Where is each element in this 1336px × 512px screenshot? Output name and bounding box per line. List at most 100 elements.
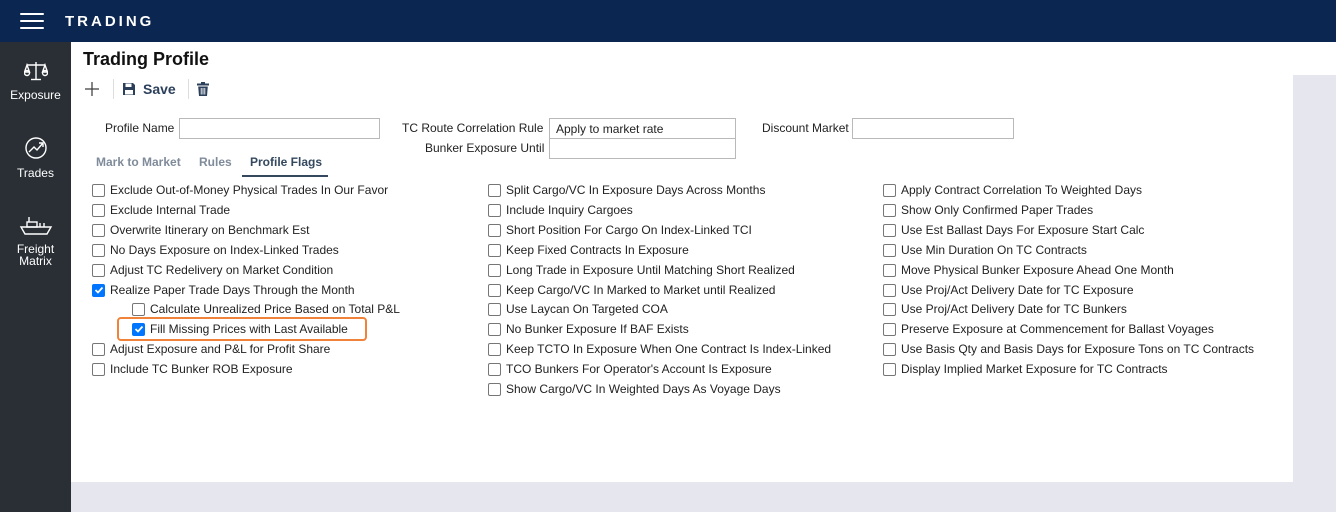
flag-row[interactable]: Keep TCTO In Exposure When One Contract … [488, 341, 831, 357]
save-label: Save [143, 81, 176, 97]
checkbox-unchecked[interactable] [92, 362, 105, 376]
checkbox-unchecked[interactable] [488, 223, 501, 237]
checkbox-unchecked[interactable] [488, 243, 501, 257]
flag-label: Keep TCTO In Exposure When One Contract … [506, 342, 832, 356]
save-button[interactable]: Save [122, 81, 176, 97]
flag-label: Exclude Internal Trade [110, 203, 231, 217]
tc-route-correlation-label: TC Route Correlation Rule [402, 121, 544, 135]
trend-chart-icon [24, 137, 47, 159]
flag-row[interactable]: Use Est Ballast Days For Exposure Start … [883, 222, 1144, 238]
flag-label: Exclude Out-of-Money Physical Trades In … [110, 183, 389, 197]
flag-row[interactable]: Move Physical Bunker Exposure Ahead One … [883, 262, 1174, 278]
checkbox-unchecked[interactable] [883, 183, 896, 197]
delete-button[interactable] [196, 82, 209, 96]
flag-row[interactable]: Long Trade in Exposure Until Matching Sh… [488, 262, 795, 278]
flag-row[interactable]: Adjust Exposure and P&L for Profit Share [92, 341, 330, 357]
checkmark-icon [94, 286, 103, 294]
flag-label: Show Only Confirmed Paper Trades [901, 203, 1094, 217]
flag-row[interactable]: Use Min Duration On TC Contracts [883, 242, 1087, 258]
checkbox-unchecked[interactable] [92, 223, 105, 237]
plus-icon [85, 82, 99, 96]
checkbox-unchecked[interactable] [488, 283, 501, 297]
flag-row[interactable]: TCO Bunkers For Operator's Account Is Ex… [488, 361, 772, 377]
flag-row[interactable]: Exclude Out-of-Money Physical Trades In … [92, 182, 388, 198]
flag-row[interactable]: Preserve Exposure at Commencement for Ba… [883, 321, 1214, 337]
flag-row[interactable]: Show Only Confirmed Paper Trades [883, 202, 1093, 218]
checkbox-unchecked[interactable] [883, 322, 896, 336]
checkbox-unchecked[interactable] [92, 342, 105, 356]
hamburger-menu-icon[interactable] [20, 13, 44, 29]
flag-row[interactable]: Display Implied Market Exposure for TC C… [883, 361, 1168, 377]
bunker-exposure-until-label: Bunker Exposure Until [425, 141, 545, 155]
flag-row[interactable]: Keep Cargo/VC In Marked to Market until … [488, 282, 775, 298]
flag-row[interactable]: No Bunker Exposure If BAF Exists [488, 321, 689, 337]
profile-name-input[interactable] [179, 118, 380, 139]
checkbox-unchecked[interactable] [883, 283, 896, 297]
tab-rules[interactable]: Rules [199, 155, 232, 169]
tab-profile-flags[interactable]: Profile Flags [250, 155, 322, 169]
nav-item-trades[interactable]: Trades [0, 136, 71, 179]
nav-item-freight-matrix[interactable]: Freight Matrix [0, 214, 71, 267]
nav-item-exposure[interactable]: Exposure [0, 60, 71, 101]
checkbox-unchecked[interactable] [488, 362, 501, 376]
checkbox-unchecked[interactable] [883, 302, 896, 316]
side-nav: Exposure Trades Freight Matrix [0, 42, 71, 512]
ship-icon [19, 217, 52, 235]
checkbox-unchecked[interactable] [883, 342, 896, 356]
flag-row[interactable]: Use Laycan On Targeted COA [488, 301, 668, 317]
app-title: TRADING [65, 12, 155, 30]
flag-row[interactable]: Overwrite Itinerary on Benchmark Est [92, 222, 309, 238]
flag-label: Fill Missing Prices with Last Available [150, 322, 348, 336]
flag-row[interactable]: Use Proj/Act Delivery Date for TC Exposu… [883, 282, 1134, 298]
flag-label: Show Cargo/VC In Weighted Days As Voyage… [506, 382, 781, 396]
discount-market-input[interactable] [852, 118, 1014, 139]
flag-row[interactable]: Split Cargo/VC In Exposure Days Across M… [488, 182, 765, 198]
checkbox-unchecked[interactable] [488, 342, 501, 356]
flag-row[interactable]: Adjust TC Redelivery on Market Condition [92, 262, 333, 278]
flag-label: Keep Fixed Contracts In Exposure [506, 243, 689, 257]
tab-mark-to-market[interactable]: Mark to Market [96, 155, 181, 169]
flag-row[interactable]: Exclude Internal Trade [92, 202, 230, 218]
checkbox-unchecked[interactable] [488, 183, 501, 197]
checkbox-unchecked[interactable] [92, 263, 105, 277]
flag-row[interactable]: Apply Contract Correlation To Weighted D… [883, 182, 1142, 198]
checkbox-unchecked[interactable] [883, 263, 896, 277]
flag-row[interactable]: Short Position For Cargo On Index-Linked… [488, 222, 752, 238]
checkbox-checked[interactable] [132, 322, 145, 336]
flag-row[interactable]: Use Proj/Act Delivery Date for TC Bunker… [883, 301, 1127, 317]
checkbox-unchecked[interactable] [883, 362, 896, 376]
flag-label: Display Implied Market Exposure for TC C… [901, 362, 1168, 376]
flag-row[interactable]: Keep Fixed Contracts In Exposure [488, 242, 689, 258]
flag-row[interactable]: Calculate Unrealized Price Based on Tota… [132, 301, 400, 317]
active-tab-indicator [242, 175, 328, 177]
checkbox-unchecked[interactable] [883, 223, 896, 237]
flag-label: Use Basis Qty and Basis Days for Exposur… [901, 342, 1255, 356]
checkbox-unchecked[interactable] [488, 263, 501, 277]
flag-row[interactable]: Show Cargo/VC In Weighted Days As Voyage… [488, 381, 781, 397]
checkbox-unchecked[interactable] [132, 302, 145, 316]
checkbox-unchecked[interactable] [883, 243, 896, 257]
checkbox-unchecked[interactable] [488, 382, 501, 396]
top-bar: TRADING [0, 0, 1336, 42]
flag-label: Move Physical Bunker Exposure Ahead One … [901, 263, 1174, 277]
header-gutter [1293, 42, 1336, 75]
checkbox-unchecked[interactable] [92, 183, 105, 197]
checkbox-unchecked[interactable] [92, 203, 105, 217]
flag-row[interactable]: Use Basis Qty and Basis Days for Exposur… [883, 341, 1254, 357]
checkbox-unchecked[interactable] [488, 302, 501, 316]
flag-row[interactable]: Realize Paper Trade Days Through the Mon… [92, 282, 355, 298]
add-button[interactable] [85, 82, 105, 96]
flag-row[interactable]: Fill Missing Prices with Last Available [132, 321, 348, 337]
tc-route-correlation-input[interactable] [549, 118, 736, 139]
flag-label: Use Laycan On Targeted COA [506, 302, 668, 316]
checkbox-unchecked[interactable] [883, 203, 896, 217]
checkbox-unchecked[interactable] [488, 322, 501, 336]
checkbox-unchecked[interactable] [92, 243, 105, 257]
checkbox-unchecked[interactable] [488, 203, 501, 217]
checkbox-checked[interactable] [92, 283, 105, 297]
flag-row[interactable]: No Days Exposure on Index-Linked Trades [92, 242, 339, 258]
flag-row[interactable]: Include TC Bunker ROB Exposure [92, 361, 293, 377]
flag-label: No Days Exposure on Index-Linked Trades [110, 243, 339, 257]
flag-row[interactable]: Include Inquiry Cargoes [488, 202, 633, 218]
bunker-exposure-until-input[interactable] [549, 138, 736, 159]
